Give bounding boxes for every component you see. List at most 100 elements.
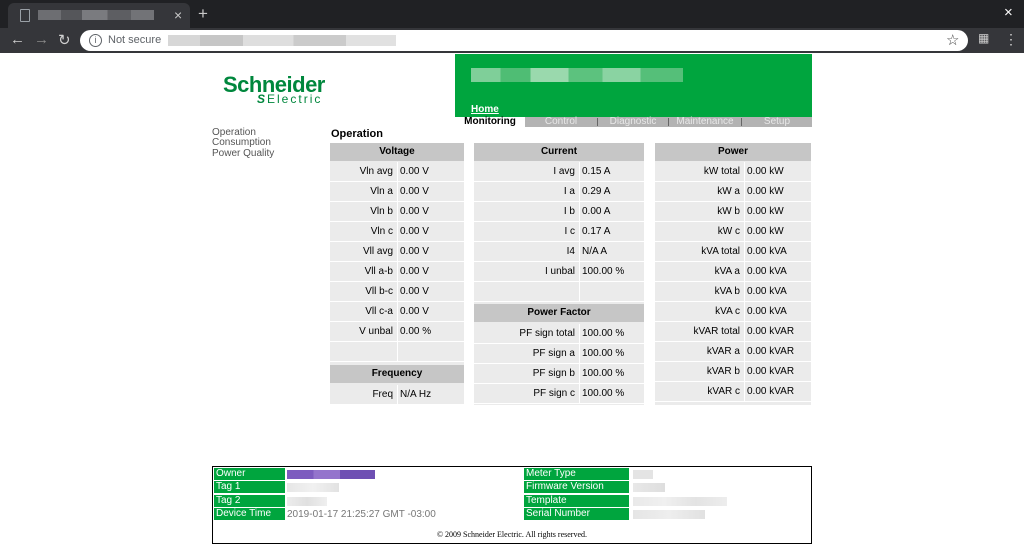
voltage-header: Voltage (330, 143, 464, 161)
power-factor-value: 100.00 % (579, 384, 624, 403)
power-factor-value: 100.00 % (579, 364, 624, 383)
power-value: 0.00 kVA (744, 302, 787, 321)
tag1-label: Tag 1 (214, 481, 285, 493)
current-row: I a 0.29 A (474, 182, 644, 202)
frequency-header: Frequency (330, 365, 464, 383)
power-row: kVAR a 0.00 kVAR (655, 342, 811, 362)
voltage-value: 0.00 V (397, 242, 429, 261)
voltage-label: V unbal (359, 326, 393, 337)
current-value (579, 282, 582, 301)
device-time-label: Device Time (214, 508, 285, 520)
serial-number-redacted (633, 510, 705, 519)
power-header: Power (655, 143, 811, 161)
power-label: kW b (717, 206, 740, 217)
voltage-value (397, 342, 400, 361)
power-label: kVA total (701, 246, 740, 257)
power-factor-label: PF sign a (532, 348, 575, 359)
power-row: kVA a 0.00 kVA (655, 262, 811, 282)
power-panel: Power kW total 0.00 kW kW a 0.00 kW kW b 0.00 … (655, 143, 811, 405)
tab-monitoring[interactable]: Monitoring (455, 117, 525, 127)
voltage-label: Vll a-b (364, 266, 393, 277)
current-label: I4 (566, 246, 575, 257)
new-tab-icon[interactable]: + (198, 4, 208, 24)
voltage-value: 0.00 V (397, 202, 429, 221)
url-redacted (168, 35, 396, 46)
firmware-version-label: Firmware Version (524, 481, 629, 493)
firmware-version-redacted (633, 483, 665, 492)
power-row: kVAR c 0.00 kVAR (655, 382, 811, 402)
power-row: kVAR total 0.00 kVAR (655, 322, 811, 342)
tab-control[interactable]: Control (525, 117, 597, 127)
power-factor-label: PF sign c (533, 388, 575, 399)
power-label: kW a (717, 186, 740, 197)
back-icon[interactable]: ← (10, 31, 25, 48)
current-value: N/A A (579, 242, 607, 261)
power-row: kW total 0.00 kW (655, 162, 811, 182)
power-factor-label: PF sign b (532, 368, 575, 379)
current-label: I a (563, 186, 575, 197)
schneider-logo: Schneider SElectric (223, 72, 325, 106)
home-link[interactable]: Home (471, 104, 499, 115)
sidebar-item-power-quality[interactable]: Power Quality (212, 148, 274, 159)
voltage-label: Vll b-c (365, 286, 393, 297)
meter-type-label: Meter Type (524, 468, 629, 480)
voltage-label: Vln avg (359, 166, 393, 177)
tab-maintenance[interactable]: Maintenance (669, 117, 741, 127)
power-row: kVAR b 0.00 kVAR (655, 362, 811, 382)
sidebar-item-consumption[interactable]: Consumption (212, 137, 271, 148)
power-factor-row: PF sign total 100.00 % (474, 324, 644, 344)
voltage-row: Vll b-c 0.00 V (330, 282, 464, 302)
current-value: 0.29 A (579, 182, 610, 201)
power-value: 0.00 kVA (744, 262, 787, 281)
power-label: kVA b (714, 286, 740, 297)
frequency-value: N/A Hz (397, 385, 431, 404)
power-value: 0.00 kVAR (744, 382, 794, 401)
power-row: kW c 0.00 kW (655, 222, 811, 242)
voltage-value: 0.00 % (397, 322, 431, 341)
current-label: I c (564, 226, 575, 237)
device-info-footer: Owner Tag 1 Tag 2 Device Time 2019-01-17… (212, 466, 812, 544)
reload-icon[interactable]: ↻ (58, 31, 71, 49)
browser-tab[interactable]: × (8, 3, 190, 28)
extension-icon[interactable]: ▦ (978, 31, 989, 45)
power-label: kVAR c (707, 386, 740, 397)
power-value: 0.00 kVA (744, 282, 787, 301)
voltage-row (330, 342, 464, 362)
frequency-row: Freq N/A Hz (330, 385, 464, 405)
power-value: 0.00 kW (744, 162, 784, 181)
voltage-value: 0.00 V (397, 262, 429, 281)
tab-setup[interactable]: Setup (742, 117, 812, 127)
tab-diagnostic[interactable]: Diagnostic (598, 117, 668, 127)
copyright-notice: © 2009 Schneider Electric. All rights re… (436, 530, 588, 539)
browser-menu-icon[interactable]: ⋮ (1004, 31, 1018, 48)
voltage-panel: Voltage Vln avg 0.00 V Vln a 0.00 V Vln b 0.00… (330, 143, 464, 405)
power-label: kVAR b (706, 366, 740, 377)
tab-close-icon[interactable]: × (174, 7, 182, 23)
voltage-row: Vln c 0.00 V (330, 222, 464, 242)
voltage-label: Vln c (370, 226, 393, 237)
banner-title-redacted (471, 68, 683, 82)
window-close-icon[interactable]: × (1004, 4, 1013, 21)
voltage-label: Vln a (370, 186, 393, 197)
power-label: kVA c (715, 306, 740, 317)
address-bar[interactable]: i Not secure ☆ (80, 30, 968, 51)
voltage-value: 0.00 V (397, 282, 429, 301)
power-factor-value: 100.00 % (579, 344, 624, 363)
bookmark-star-icon[interactable]: ☆ (946, 31, 959, 49)
logo-sub: SElectric (257, 92, 323, 106)
voltage-row: Vll a-b 0.00 V (330, 262, 464, 282)
forward-icon[interactable]: → (34, 31, 49, 48)
current-value: 0.15 A (579, 162, 610, 181)
current-label: I b (563, 206, 575, 217)
current-row: I c 0.17 A (474, 222, 644, 242)
current-header: Current (474, 143, 644, 161)
voltage-row: Vll avg 0.00 V (330, 242, 464, 262)
power-row: kVA c 0.00 kVA (655, 302, 811, 322)
power-factor-value: 100.00 % (579, 324, 624, 343)
current-row: I b 0.00 A (474, 202, 644, 222)
info-icon[interactable]: i (89, 34, 102, 47)
voltage-value: 0.00 V (397, 162, 429, 181)
power-value: 0.00 kW (744, 202, 784, 221)
current-value: 0.17 A (579, 222, 610, 241)
power-factor-row: PF sign b 100.00 % (474, 364, 644, 384)
